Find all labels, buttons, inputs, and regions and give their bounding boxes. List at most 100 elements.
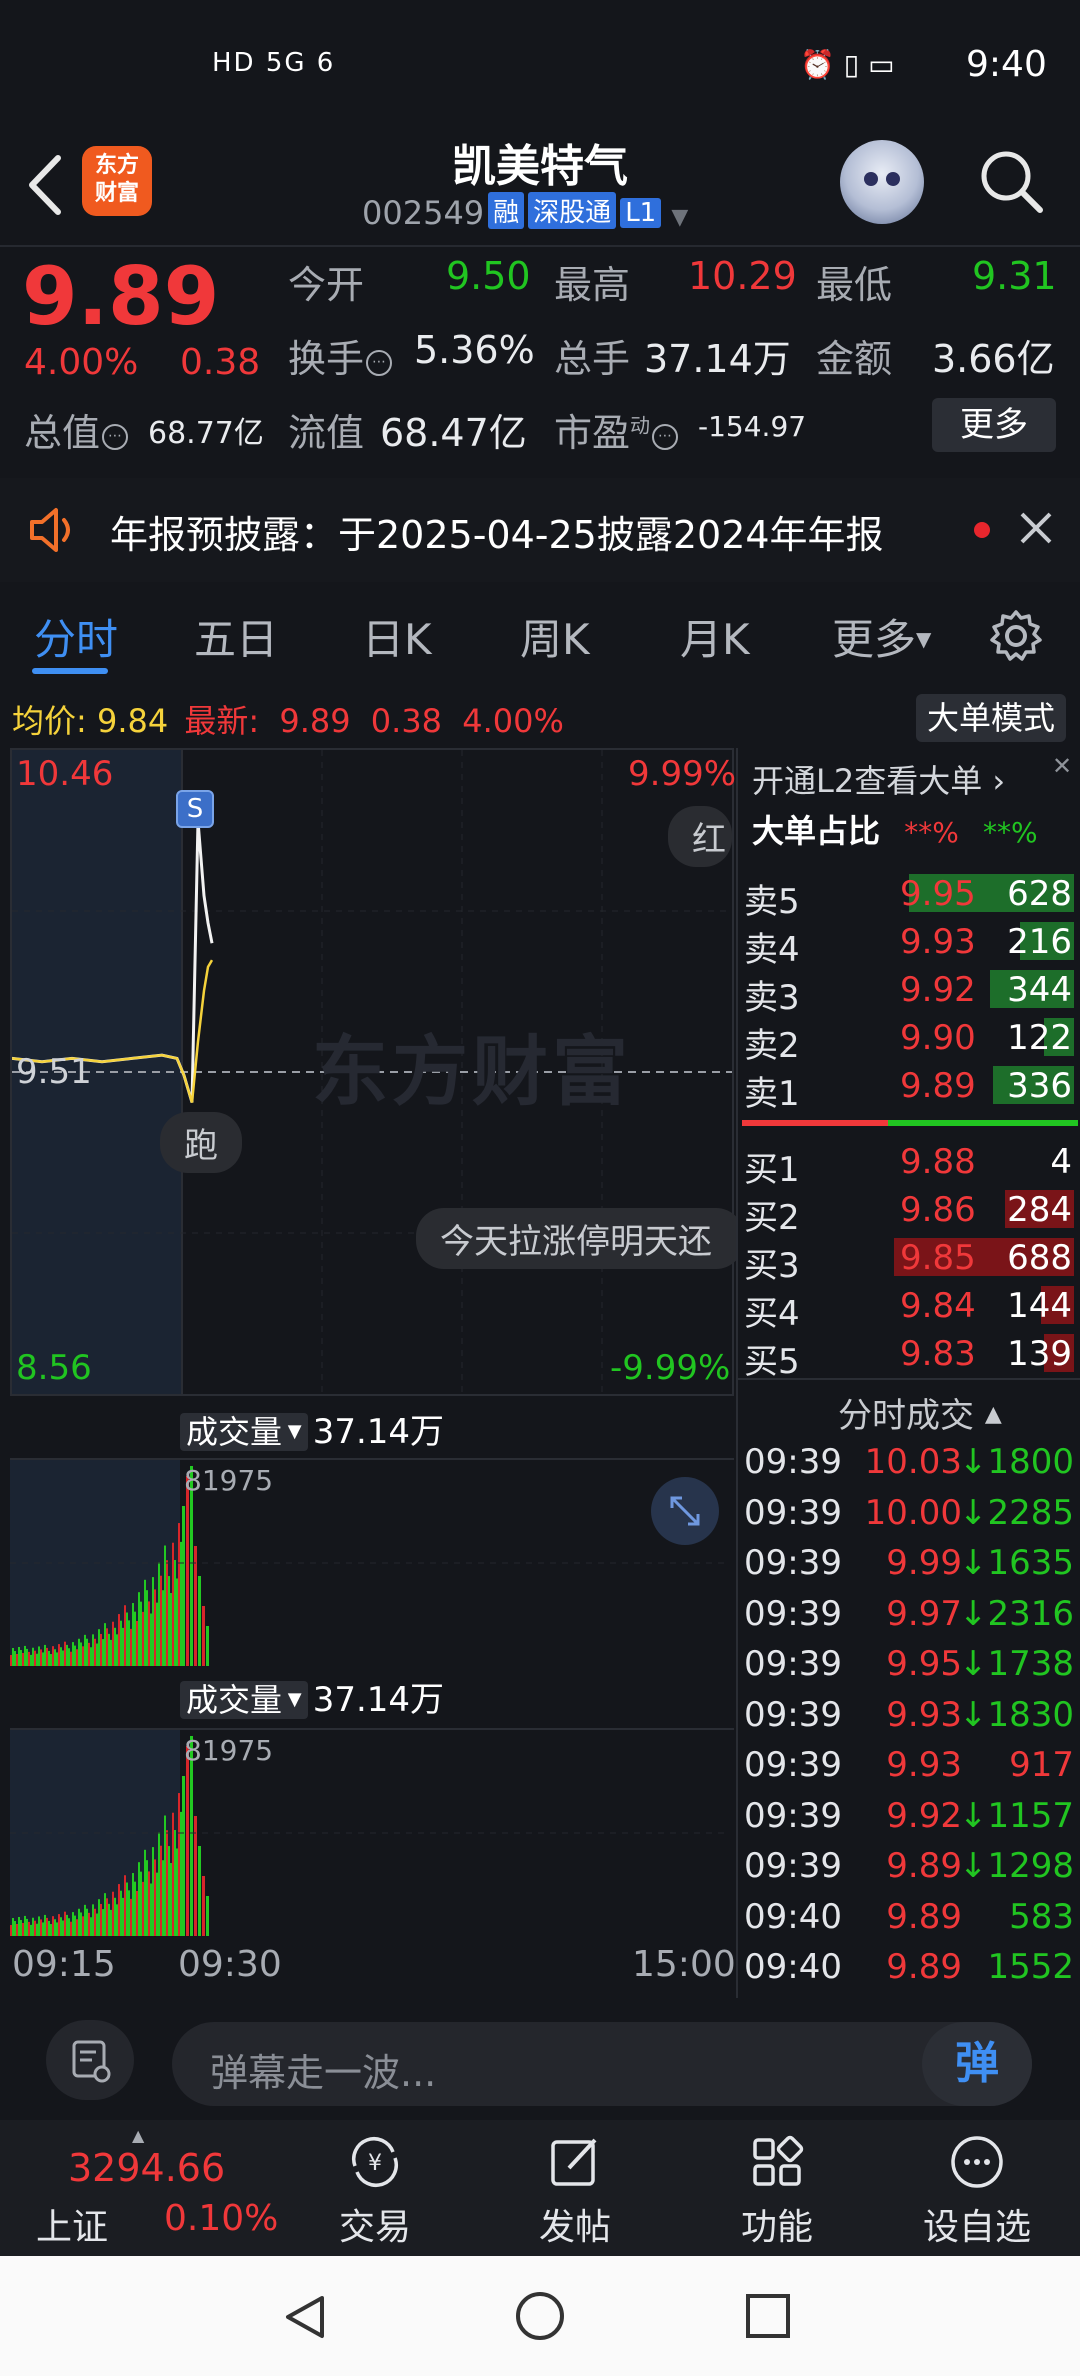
big-order-mode-button[interactable]: 大单模式 bbox=[916, 694, 1066, 742]
close-icon[interactable] bbox=[1016, 508, 1056, 548]
expand-icon[interactable] bbox=[650, 1476, 720, 1546]
nav-add-watchlist[interactable]: 设自选 bbox=[912, 2130, 1042, 2250]
danmu-bubble-message[interactable]: 今天拉涨停明天还 bbox=[416, 1208, 744, 1269]
danmu-bubble-red[interactable]: 红 bbox=[668, 806, 732, 867]
volume-peak-label: 81975 bbox=[184, 1464, 274, 1497]
nav-back-icon[interactable] bbox=[280, 2292, 330, 2342]
info-icon[interactable]: ⋯ bbox=[366, 350, 393, 376]
danmu-send-button[interactable]: 弹 bbox=[922, 2022, 1032, 2106]
bid-level: 买1 bbox=[744, 1150, 800, 1190]
ask-level: 卖2 bbox=[744, 1026, 800, 1066]
gear-icon[interactable] bbox=[988, 608, 1044, 664]
trade-price: 9.89 bbox=[886, 1947, 962, 1987]
bid-row[interactable]: 买2 9.86 284 bbox=[738, 1186, 1080, 1238]
ask-row[interactable]: 卖1 9.89 336 bbox=[738, 1062, 1080, 1114]
trade-time: 09:39 bbox=[744, 1644, 842, 1684]
search-icon[interactable] bbox=[976, 146, 1046, 216]
caret-up-icon: ▲ bbox=[132, 2126, 145, 2145]
index-name[interactable]: 上证 bbox=[36, 2198, 108, 2250]
amount-label: 金额 bbox=[816, 337, 893, 381]
danmu-settings-icon bbox=[72, 2040, 111, 2083]
battery-icon: ▭ bbox=[868, 48, 895, 81]
open-value: 9.50 bbox=[446, 254, 531, 298]
nav-recents-icon[interactable] bbox=[744, 2292, 792, 2340]
more-quote-button[interactable]: 更多 bbox=[932, 398, 1056, 452]
bid-row[interactable]: 买1 9.88 4 bbox=[738, 1138, 1080, 1190]
latest-change: 0.38 bbox=[370, 702, 443, 740]
ask-price: 9.95 bbox=[900, 874, 976, 914]
l2-upgrade-link[interactable]: 开通L2查看大单 › bbox=[752, 756, 1005, 802]
robot-assistant-avatar[interactable] bbox=[840, 140, 924, 224]
low-label: 最低 bbox=[816, 263, 893, 307]
trade-row: 09:39 9.89 ↓1298 bbox=[738, 1844, 1080, 1894]
bid-row[interactable]: 买4 9.84 144 bbox=[738, 1282, 1080, 1334]
change-amount: 0.38 bbox=[180, 342, 261, 383]
trade-volume: ↓1635 bbox=[958, 1543, 1074, 1583]
notice-text[interactable]: 年报预披露：于2025-04-25披露2024年年报 bbox=[110, 504, 884, 559]
info-icon[interactable]: ⋯ bbox=[652, 424, 679, 450]
index-percent[interactable]: 0.10% bbox=[164, 2198, 278, 2239]
svg-text:¥: ¥ bbox=[368, 2151, 382, 2176]
mktcap-value: 68.77亿 bbox=[148, 416, 264, 451]
sell-marker[interactable]: S bbox=[176, 790, 214, 828]
ask-row[interactable]: 卖5 9.95 628 bbox=[738, 870, 1080, 922]
ask-row[interactable]: 卖3 9.92 344 bbox=[738, 966, 1080, 1018]
bottom-nav: ▲ 3294.66 上证 0.10% ¥ 交易 发帖 功能 设自选 bbox=[0, 2120, 1080, 2256]
tab-more[interactable]: 更多▼ bbox=[832, 606, 931, 667]
ask-qty: 122 bbox=[1007, 1018, 1072, 1058]
nav-post[interactable]: 发帖 bbox=[510, 2130, 640, 2250]
bid-price: 9.85 bbox=[900, 1238, 976, 1278]
bid-price: 9.84 bbox=[900, 1286, 976, 1326]
volume-chart-2[interactable]: 81975 bbox=[10, 1728, 734, 1938]
danmu-settings-button[interactable] bbox=[46, 2020, 134, 2100]
stock-code: 002549 bbox=[362, 194, 485, 232]
active-tab-indicator bbox=[32, 668, 108, 674]
nav-home-icon[interactable] bbox=[514, 2290, 566, 2342]
bid-price: 9.83 bbox=[900, 1334, 976, 1374]
bid-row[interactable]: 买5 9.83 139 bbox=[738, 1330, 1080, 1382]
info-icon[interactable]: ⋯ bbox=[102, 424, 129, 450]
low-value: 9.31 bbox=[972, 254, 1057, 298]
danmu-placeholder: 弹幕走一波... bbox=[210, 2051, 437, 2095]
time-axis-start: 09:15 bbox=[12, 1944, 116, 1985]
chevron-down-icon[interactable]: ▼ bbox=[671, 205, 688, 230]
ask-row[interactable]: 卖4 9.93 216 bbox=[738, 918, 1080, 970]
network-status-icons: HD 5G 6 bbox=[212, 48, 336, 78]
notice-bar[interactable]: 年报预披露：于2025-04-25披露2024年年报 bbox=[0, 478, 1080, 582]
bid-qty: 139 bbox=[1007, 1334, 1072, 1374]
intraday-price-chart[interactable]: 东方财富 10.46 9.51 8.56 9.99% -9.99% S 跑 红 … bbox=[10, 748, 744, 1396]
nav-functions[interactable]: 功能 bbox=[712, 2130, 842, 2250]
close-panel-icon[interactable]: ✕ bbox=[1052, 752, 1078, 780]
bid-row[interactable]: 买3 9.85 688 bbox=[738, 1234, 1080, 1286]
ask-price: 9.89 bbox=[900, 1066, 976, 1106]
level-tag[interactable]: L1 bbox=[620, 198, 662, 228]
buy-sell-ratio-red bbox=[742, 1120, 888, 1126]
volume-indicator-select[interactable]: 成交量 ▼ bbox=[180, 1413, 308, 1451]
tab-intraday[interactable]: 分时 bbox=[34, 606, 118, 667]
trade-row: 09:39 9.92 ↓1157 bbox=[738, 1794, 1080, 1844]
buy-sell-ratio-green bbox=[888, 1120, 1078, 1126]
tab-five-day[interactable]: 五日 bbox=[194, 606, 278, 667]
caret-up-icon: ▲ bbox=[984, 1402, 1002, 1427]
ask-row[interactable]: 卖2 9.90 122 bbox=[738, 1014, 1080, 1066]
trades-title[interactable]: 分时成交 ▲ bbox=[838, 1388, 1002, 1437]
ask-qty: 216 bbox=[1007, 922, 1072, 962]
tab-daily-k[interactable]: 日K bbox=[362, 606, 432, 667]
trade-volume: ↓1830 bbox=[958, 1694, 1074, 1735]
danmu-bubble-run[interactable]: 跑 bbox=[160, 1112, 242, 1173]
volume-header-2: 成交量 ▼ 37.14万 bbox=[180, 1672, 444, 1721]
bid-price: 9.88 bbox=[900, 1142, 976, 1182]
trade-time: 09:40 bbox=[744, 1896, 842, 1937]
volume-indicator-select[interactable]: 成交量 ▼ bbox=[180, 1681, 308, 1719]
volume-chart-1[interactable]: 81975 bbox=[10, 1458, 734, 1668]
nav-trade[interactable]: ¥ 交易 bbox=[310, 2130, 440, 2250]
ask-level: 卖5 bbox=[744, 882, 800, 922]
grid-icon bbox=[753, 2135, 804, 2186]
index-value[interactable]: 3294.66 bbox=[68, 2146, 225, 2190]
bid-qty: 4 bbox=[1050, 1142, 1072, 1182]
caret-down-icon: ▼ bbox=[916, 627, 932, 651]
danmu-input[interactable]: 弹幕走一波... 弹 bbox=[172, 2022, 1032, 2106]
tab-monthly-k[interactable]: 月K bbox=[680, 606, 750, 667]
tab-weekly-k[interactable]: 周K bbox=[520, 606, 590, 667]
bid-level: 买5 bbox=[744, 1342, 800, 1382]
